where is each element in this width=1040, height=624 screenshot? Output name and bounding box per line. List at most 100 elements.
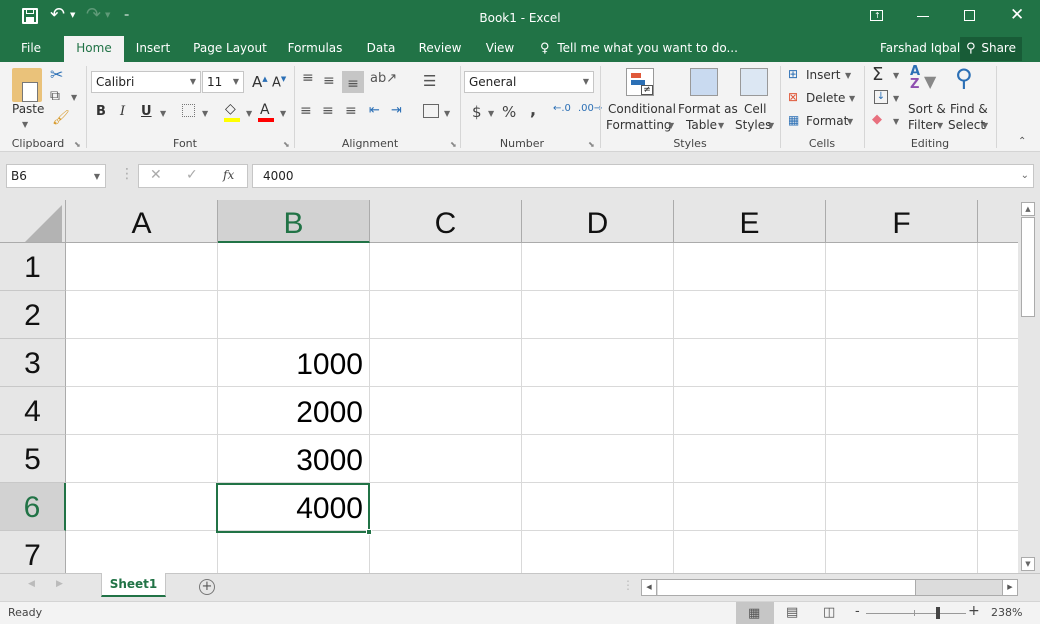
cell-styles-label1[interactable]: Cell [744, 102, 766, 116]
cell-c3[interactable] [370, 339, 522, 387]
copy-icon[interactable]: ⧉ [50, 88, 60, 104]
scroll-up-button[interactable]: ▲ [1021, 202, 1035, 216]
wrap-text-icon[interactable]: ☰ [423, 72, 436, 90]
maximize-icon[interactable] [964, 10, 975, 21]
formula-input[interactable]: 4000 ⌄ [252, 164, 1034, 188]
find-select-label1[interactable]: Find & [950, 102, 988, 116]
row-header-5[interactable]: 5 [0, 435, 66, 483]
zoom-in-button[interactable]: + [968, 603, 980, 619]
worksheet-grid[interactable]: ABCDEF 1234567 1000 2000 3000 4000 [0, 200, 1020, 573]
zoom-slider-thumb[interactable] [936, 607, 940, 619]
ribbon-display-options-icon[interactable]: ↑ [870, 10, 883, 21]
format-as-table-icon[interactable] [690, 68, 718, 96]
name-box[interactable]: B6 ▼ [6, 164, 106, 188]
format-as-table-dropdown-icon[interactable]: ▼ [718, 121, 724, 130]
cell-g1[interactable] [978, 243, 1020, 291]
font-color-icon[interactable]: A [260, 102, 270, 118]
tab-review[interactable]: Review [416, 36, 464, 62]
sort-filter-dropdown-icon[interactable]: ▼ [937, 121, 943, 130]
column-header-f[interactable]: F [826, 200, 978, 243]
tab-home[interactable]: Home [64, 36, 124, 62]
increase-decimal-icon[interactable]: ←.0 [553, 103, 571, 114]
share-button[interactable]: ⚲ Share [960, 37, 1022, 61]
cell-f6[interactable] [826, 483, 978, 531]
row-header-7[interactable]: 7 [0, 531, 66, 573]
expand-formula-bar-icon[interactable]: ⌄ [1021, 165, 1029, 187]
cell-styles-label2[interactable]: Styles [735, 118, 771, 132]
cell-e4[interactable] [674, 387, 826, 435]
cell-e3[interactable] [674, 339, 826, 387]
cell-b1[interactable] [218, 243, 370, 291]
cell-b2[interactable] [218, 291, 370, 339]
cell-d2[interactable] [522, 291, 674, 339]
page-layout-view-icon[interactable]: ▤ [786, 605, 798, 620]
borders-dropdown-icon[interactable]: ▼ [202, 109, 208, 118]
cell-b7[interactable] [218, 531, 370, 573]
cell-a3[interactable] [66, 339, 218, 387]
clipboard-launcher-icon[interactable]: ⬊ [74, 140, 81, 149]
cell-g5[interactable] [978, 435, 1020, 483]
cell-f7[interactable] [826, 531, 978, 573]
collapse-ribbon-icon[interactable]: ⌃ [1018, 136, 1026, 147]
sort-filter-label1[interactable]: Sort & [908, 102, 946, 116]
user-name[interactable]: Farshad Iqbal [880, 36, 960, 60]
autosum-dropdown-icon[interactable]: ▼ [893, 71, 899, 80]
number-launcher-icon[interactable]: ⬊ [588, 140, 595, 149]
cell-f5[interactable] [826, 435, 978, 483]
scroll-right-button[interactable]: ▶ [1002, 580, 1017, 595]
align-right-icon[interactable]: ≡ [345, 103, 357, 119]
insert-cells-button[interactable]: Insert [806, 68, 840, 82]
page-break-preview-icon[interactable]: ◫ [823, 605, 835, 620]
borders-icon[interactable] [182, 104, 195, 117]
tab-data[interactable]: Data [362, 36, 400, 62]
cell-d6[interactable] [522, 483, 674, 531]
enter-icon[interactable]: ✓ [186, 167, 198, 183]
prev-sheet-icon[interactable]: ◀ [28, 579, 35, 589]
format-as-table-label1[interactable]: Format as [678, 102, 738, 116]
comma-button[interactable]: , [530, 100, 536, 119]
sort-filter-icon[interactable]: AZ [910, 65, 920, 91]
tell-me-search[interactable]: ♀ Tell me what you want to do... [540, 36, 738, 62]
tab-file[interactable]: File [12, 36, 50, 62]
underline-dropdown-icon[interactable]: ▼ [160, 109, 166, 118]
cell-e5[interactable] [674, 435, 826, 483]
format-cells-button[interactable]: Format [806, 114, 848, 128]
column-header-a[interactable]: A [66, 200, 218, 243]
format-cells-icon[interactable]: ▦ [788, 113, 799, 127]
row-header-1[interactable]: 1 [0, 243, 66, 291]
conditional-formatting-label2[interactable]: Formatting [606, 118, 672, 132]
cell-e1[interactable] [674, 243, 826, 291]
cell-d7[interactable] [522, 531, 674, 573]
decrease-indent-icon[interactable]: ⇤ [369, 103, 380, 118]
font-launcher-icon[interactable]: ⬊ [283, 140, 290, 149]
column-header-b[interactable]: B [218, 200, 370, 243]
delete-cells-icon[interactable]: ⊠ [788, 90, 798, 104]
next-sheet-icon[interactable]: ▶ [56, 579, 63, 589]
zoom-slider[interactable] [866, 613, 966, 614]
fill-color-dropdown-icon[interactable]: ▼ [246, 109, 252, 118]
row-header-3[interactable]: 3 [0, 339, 66, 387]
bottom-align-icon[interactable]: ≡ [342, 71, 364, 93]
alignment-launcher-icon[interactable]: ⬊ [450, 140, 457, 149]
find-select-label2[interactable]: Select [948, 118, 985, 132]
select-all-button[interactable] [0, 200, 66, 243]
cell-b4[interactable]: 2000 [218, 387, 370, 435]
cell-d4[interactable] [522, 387, 674, 435]
vertical-scrollbar[interactable]: ▲ ▼ [1018, 200, 1040, 573]
conditional-formatting-icon[interactable]: ≠ [626, 68, 654, 96]
hscroll-grip[interactable]: ⋮ [622, 578, 634, 592]
scroll-down-button[interactable]: ▼ [1021, 557, 1035, 571]
row-header-2[interactable]: 2 [0, 291, 66, 339]
cell-c5[interactable] [370, 435, 522, 483]
cancel-icon[interactable]: ✕ [150, 167, 162, 183]
number-format-select[interactable]: General ▼ [464, 71, 594, 93]
cell-f3[interactable] [826, 339, 978, 387]
close-icon[interactable]: ✕ [1010, 5, 1024, 25]
insert-cells-icon[interactable]: ⊞ [788, 67, 798, 81]
cell-a7[interactable] [66, 531, 218, 573]
cell-b3[interactable]: 1000 [218, 339, 370, 387]
cell-d1[interactable] [522, 243, 674, 291]
orientation-icon[interactable]: ab↗ [370, 71, 397, 86]
cell-c4[interactable] [370, 387, 522, 435]
cell-c7[interactable] [370, 531, 522, 573]
